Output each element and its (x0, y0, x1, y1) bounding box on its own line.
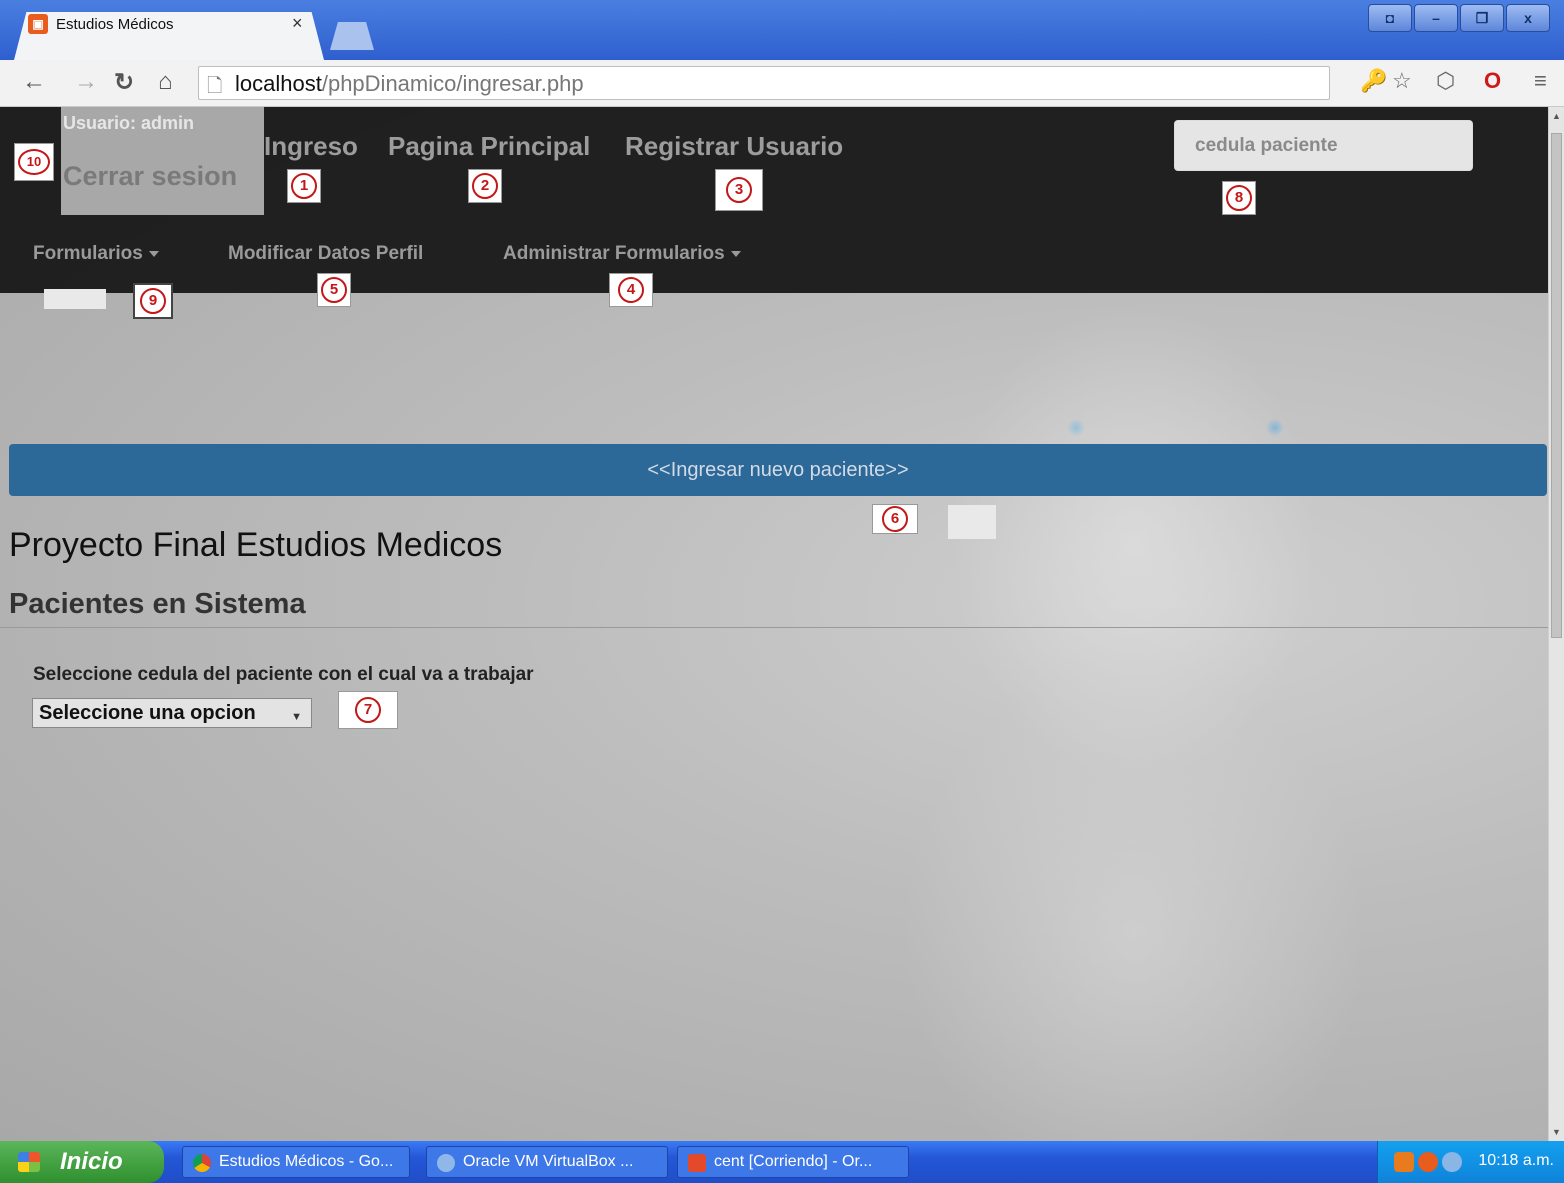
nav-link-modificar-perfil[interactable]: Modificar Datos Perfil (228, 243, 423, 265)
user-box: Usuario: admin Cerrar sesion (61, 107, 264, 215)
home-icon[interactable]: ⌂ (158, 68, 173, 96)
page-scrollbar[interactable]: ▲ ▼ (1548, 107, 1564, 1141)
new-patient-button[interactable]: <<Ingresar nuevo paciente>> (9, 444, 1547, 496)
annotation-blank (44, 289, 106, 309)
tray-opera-icon[interactable] (1418, 1152, 1438, 1172)
annotation-marker-6: 6 (872, 504, 918, 534)
annotation-marker-2: 2 (468, 169, 502, 203)
taskbar-item-chrome[interactable]: Estudios Médicos - Go... (182, 1146, 410, 1178)
start-label: Inicio (60, 1148, 123, 1175)
patient-select[interactable]: Seleccione una opcion ▼ (32, 698, 312, 728)
chrome-icon (193, 1154, 211, 1172)
nav-dropdown-administrar-formularios[interactable]: Administrar Formularios (503, 243, 741, 265)
scroll-down-arrow-icon[interactable]: ▼ (1552, 1127, 1561, 1137)
section-divider (0, 627, 1548, 628)
scroll-up-arrow-icon[interactable]: ▲ (1552, 111, 1561, 121)
taskbar-item-label: Estudios Médicos - Go... (219, 1153, 394, 1170)
annotation-marker-9: 9 (133, 283, 173, 319)
tab-close-icon[interactable]: × (292, 13, 303, 34)
top-navbar: Usuario: admin Cerrar sesion Ingreso Pag… (0, 107, 1548, 293)
annotation-marker-8: 8 (1222, 181, 1256, 215)
nav-dropdown-administrar-label: Administrar Formularios (503, 243, 725, 264)
tab-title[interactable]: Estudios Médicos (56, 16, 174, 33)
nav-link-ingreso[interactable]: Ingreso (264, 131, 358, 162)
url-path: /phpDinamico/ingresar.php (321, 71, 584, 96)
scroll-thumb[interactable] (1551, 133, 1562, 638)
page-icon: 🗋 (207, 76, 223, 97)
taskbar-item-vm[interactable]: cent [Corriendo] - Or... (677, 1146, 909, 1178)
patient-select-value: Seleccione una opcion (39, 702, 256, 724)
annotation-blank (948, 505, 996, 539)
back-arrow-icon[interactable]: ← (22, 68, 46, 96)
annotation-marker-1: 1 (287, 169, 321, 203)
url-host: localhost (235, 71, 322, 96)
key-icon[interactable]: 🔑 (1360, 68, 1387, 94)
patient-select-label: Seleccione cedula del paciente con el cu… (33, 664, 534, 685)
nav-link-pagina-principal[interactable]: Pagina Principal (388, 131, 590, 162)
minimize-button[interactable]: – (1414, 4, 1458, 32)
clock: 10:18 a.m. (1478, 1152, 1554, 1169)
os-taskbar: Inicio Estudios Médicos - Go... Oracle V… (0, 1141, 1564, 1183)
virtualbox-icon (437, 1154, 455, 1172)
new-tab-button[interactable] (330, 22, 374, 50)
annotation-marker-4: 4 (609, 273, 653, 307)
user-profile-button[interactable]: ◘ (1368, 4, 1412, 32)
vm-window-icon (688, 1154, 706, 1172)
menu-icon[interactable]: ≡ (1534, 68, 1547, 94)
address-bar[interactable]: 🗋 localhost/phpDinamico/ingresar.php (198, 66, 1330, 100)
nav-dropdown-formularios[interactable]: Formularios (33, 243, 159, 265)
extension-icon[interactable]: ⬡ (1436, 68, 1455, 94)
annotation-marker-3: 3 (715, 169, 763, 211)
patient-search-input[interactable] (1174, 120, 1473, 171)
section-title: Pacientes en Sistema (9, 588, 306, 620)
logout-link[interactable]: Cerrar sesion (63, 161, 237, 192)
user-label: Usuario: admin (63, 113, 195, 133)
annotation-marker-5: 5 (317, 273, 351, 307)
page-title: Proyecto Final Estudios Medicos (9, 526, 503, 564)
forward-arrow-icon[interactable]: → (74, 68, 98, 96)
page-viewport: Usuario: admin Cerrar sesion Ingreso Pag… (0, 107, 1548, 1141)
window-controls: ◘ – ❐ x (1368, 4, 1550, 32)
caret-down-icon (148, 250, 159, 257)
opera-icon[interactable]: O (1484, 68, 1501, 94)
annotation-marker-7: 7 (338, 691, 398, 729)
system-tray: 10:18 a.m. (1377, 1141, 1564, 1183)
taskbar-item-virtualbox[interactable]: Oracle VM VirtualBox ... (426, 1146, 668, 1178)
taskbar-item-label: cent [Corriendo] - Or... (714, 1153, 873, 1170)
windows-flag-icon (18, 1152, 40, 1172)
reload-icon[interactable]: ↻ (114, 68, 134, 97)
nav-dropdown-formularios-label: Formularios (33, 243, 143, 264)
tab-favicon-icon: ▣ (28, 14, 48, 34)
restore-button[interactable]: ❐ (1460, 4, 1504, 32)
browser-toolbar: ← → ↻ ⌂ 🗋 localhost/phpDinamico/ingresar… (0, 60, 1564, 107)
select-arrow-icon: ▼ (291, 711, 302, 723)
star-icon[interactable]: ☆ (1392, 68, 1412, 94)
annotation-marker-10: 10 (14, 143, 54, 181)
tray-app-icon[interactable] (1394, 1152, 1414, 1172)
taskbar-item-label: Oracle VM VirtualBox ... (463, 1153, 634, 1170)
browser-titlebar: ▣ Estudios Médicos × ◘ – ❐ x (0, 0, 1564, 60)
close-window-button[interactable]: x (1506, 4, 1550, 32)
start-button[interactable]: Inicio (0, 1141, 164, 1183)
caret-down-icon (730, 250, 741, 257)
url-text[interactable]: localhost/phpDinamico/ingresar.php (235, 71, 584, 97)
nav-link-registrar-usuario[interactable]: Registrar Usuario (625, 131, 843, 162)
tray-status-icon[interactable] (1442, 1152, 1462, 1172)
